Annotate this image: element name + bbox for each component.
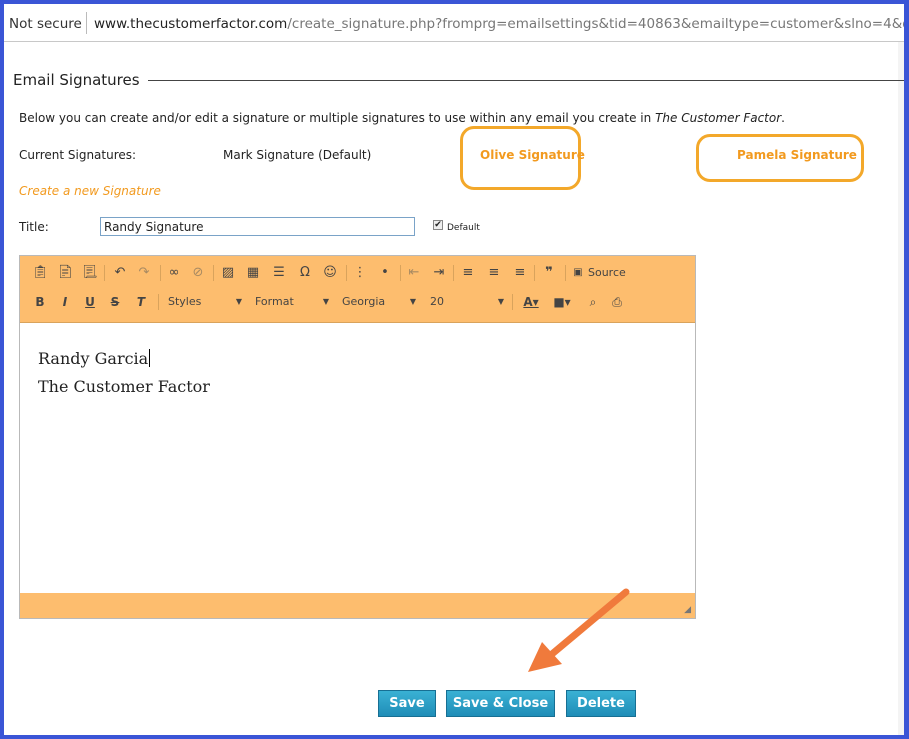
intro-main: Below you can create and/or edit a signa… xyxy=(19,111,656,125)
save-close-button[interactable]: Save & Close xyxy=(446,690,555,717)
toolbar-row-2: B I U S T Styles ▼ Format ▼ Georgia ▼ 20 ▼ A… xyxy=(20,291,695,315)
paste-word-icon[interactable]: 📃︎ xyxy=(82,262,99,284)
font-dropdown[interactable]: Georgia ▼ xyxy=(342,292,416,312)
editor-content[interactable]: Randy Garcia The Customer Factor xyxy=(20,323,695,593)
image-icon[interactable]: ▨ xyxy=(220,262,236,284)
print-icon[interactable]: ⎙ xyxy=(609,291,625,313)
delete-button[interactable]: Delete xyxy=(566,690,636,717)
current-signatures-label: Current Signatures: xyxy=(19,148,137,162)
size-label: 20 xyxy=(430,295,444,308)
annotation-arrow-icon xyxy=(528,588,630,672)
toolbar-divider xyxy=(346,265,347,281)
toolbar-divider xyxy=(104,265,105,281)
signature-mark-current: Mark Signature (Default) xyxy=(223,148,372,162)
default-checkbox[interactable]: ✔ xyxy=(433,220,443,230)
toolbar-divider xyxy=(512,294,513,310)
browser-window: Not secure www.thecustomerfactor.com/cre… xyxy=(4,4,904,735)
format-dropdown[interactable]: Format ▼ xyxy=(255,292,329,312)
page-scrollbar[interactable] xyxy=(898,42,904,735)
chevron-down-icon: ▼ xyxy=(322,297,329,306)
undo-icon[interactable]: ↶ xyxy=(112,262,128,284)
unlink-icon[interactable]: ⊘ xyxy=(190,262,206,284)
redo-icon[interactable]: ↷ xyxy=(136,262,152,284)
numbered-list-icon[interactable]: ⋮ xyxy=(352,262,368,284)
chevron-down-icon: ▼ xyxy=(235,297,242,306)
source-icon[interactable]: ▣ xyxy=(572,262,584,284)
styles-dropdown[interactable]: Styles ▼ xyxy=(168,292,242,312)
editor-toolbar: 📋︎ 📄︎ 📃︎ ↶ ↷ ∞ ⊘ ▨ ▦ ☰ Ω ☺ ⋮ • ⇤ ⇥ ≡ ≡ ≡… xyxy=(20,256,695,323)
intro-brand: The Customer Factor xyxy=(655,111,782,125)
rich-text-editor: 📋︎ 📄︎ 📃︎ ↶ ↷ ∞ ⊘ ▨ ▦ ☰ Ω ☺ ⋮ • ⇤ ⇥ ≡ ≡ ≡… xyxy=(19,255,696,619)
toolbar-divider xyxy=(400,265,401,281)
size-dropdown[interactable]: 20 ▼ xyxy=(430,292,504,312)
security-indicator[interactable]: Not secure xyxy=(9,16,82,32)
toolbar-divider xyxy=(565,265,566,281)
toolbar-divider xyxy=(213,265,214,281)
title-label: Title: xyxy=(19,220,49,234)
special-char-icon[interactable]: Ω xyxy=(297,262,313,284)
horizontal-line-icon[interactable]: ☰ xyxy=(271,262,287,284)
styles-label: Styles xyxy=(168,295,202,308)
strikethrough-icon[interactable]: S xyxy=(107,291,123,313)
address-divider xyxy=(86,12,87,34)
link-icon[interactable]: ∞ xyxy=(166,262,182,284)
font-label: Georgia xyxy=(342,295,386,308)
bold-icon[interactable]: B xyxy=(32,291,48,313)
toolbar-divider xyxy=(158,294,159,310)
signature-link-olive[interactable]: Olive Signature xyxy=(480,148,585,162)
underline-icon[interactable]: U xyxy=(82,291,98,313)
page-title: Email Signatures xyxy=(13,71,140,89)
resize-handle-icon[interactable]: ◢ xyxy=(684,605,691,615)
toolbar-divider xyxy=(160,265,161,281)
table-icon[interactable]: ▦ xyxy=(245,262,261,284)
align-left-icon[interactable]: ≡ xyxy=(460,262,476,284)
address-bar[interactable]: Not secure www.thecustomerfactor.com/cre… xyxy=(4,4,904,42)
italic-icon[interactable]: I xyxy=(57,291,73,313)
remove-format-icon[interactable]: T xyxy=(133,291,149,313)
content-line-company: The Customer Factor xyxy=(38,377,210,396)
format-label: Format xyxy=(255,295,294,308)
create-signature-link[interactable]: Create a new Signature xyxy=(19,184,161,198)
preview-icon[interactable]: ⌕ xyxy=(585,291,601,313)
align-center-icon[interactable]: ≡ xyxy=(486,262,502,284)
source-button[interactable]: Source xyxy=(588,262,628,284)
intro-text: Below you can create and/or edit a signa… xyxy=(19,111,785,125)
default-label: Default xyxy=(447,223,480,233)
toolbar-divider xyxy=(453,265,454,281)
blockquote-icon[interactable]: ❞ xyxy=(540,262,558,284)
text-caret xyxy=(149,349,151,367)
bulleted-list-icon[interactable]: • xyxy=(377,262,393,284)
content-name-text: Randy Garcia xyxy=(38,349,149,368)
toolbar-divider xyxy=(534,265,535,281)
text-color-icon[interactable]: A▾ xyxy=(519,291,543,313)
url-host: www.thecustomerfactor.com xyxy=(94,16,288,32)
align-right-icon[interactable]: ≡ xyxy=(512,262,528,284)
intro-end: . xyxy=(781,111,785,125)
background-color-icon[interactable]: ■▾ xyxy=(550,291,574,313)
title-divider xyxy=(148,80,904,81)
url-text[interactable]: www.thecustomerfactor.com/create_signatu… xyxy=(94,16,904,32)
chevron-down-icon: ▼ xyxy=(409,297,416,306)
paste-icon[interactable]: 📋︎ xyxy=(32,262,49,284)
chevron-down-icon: ▼ xyxy=(497,297,504,306)
outdent-icon[interactable]: ⇤ xyxy=(406,262,422,284)
indent-icon[interactable]: ⇥ xyxy=(431,262,447,284)
url-path: /create_signature.php?fromprg=emailsetti… xyxy=(287,16,904,32)
title-input[interactable] xyxy=(100,217,415,236)
save-button[interactable]: Save xyxy=(378,690,436,717)
smiley-icon[interactable]: ☺ xyxy=(322,262,338,284)
signature-link-pamela[interactable]: Pamela Signature xyxy=(737,148,857,162)
toolbar-row-1: 📋︎ 📄︎ 📃︎ ↶ ↷ ∞ ⊘ ▨ ▦ ☰ Ω ☺ ⋮ • ⇤ ⇥ ≡ ≡ ≡… xyxy=(20,262,695,286)
paste-text-icon[interactable]: 📄︎ xyxy=(57,262,74,284)
content-line-name: Randy Garcia xyxy=(38,345,677,373)
